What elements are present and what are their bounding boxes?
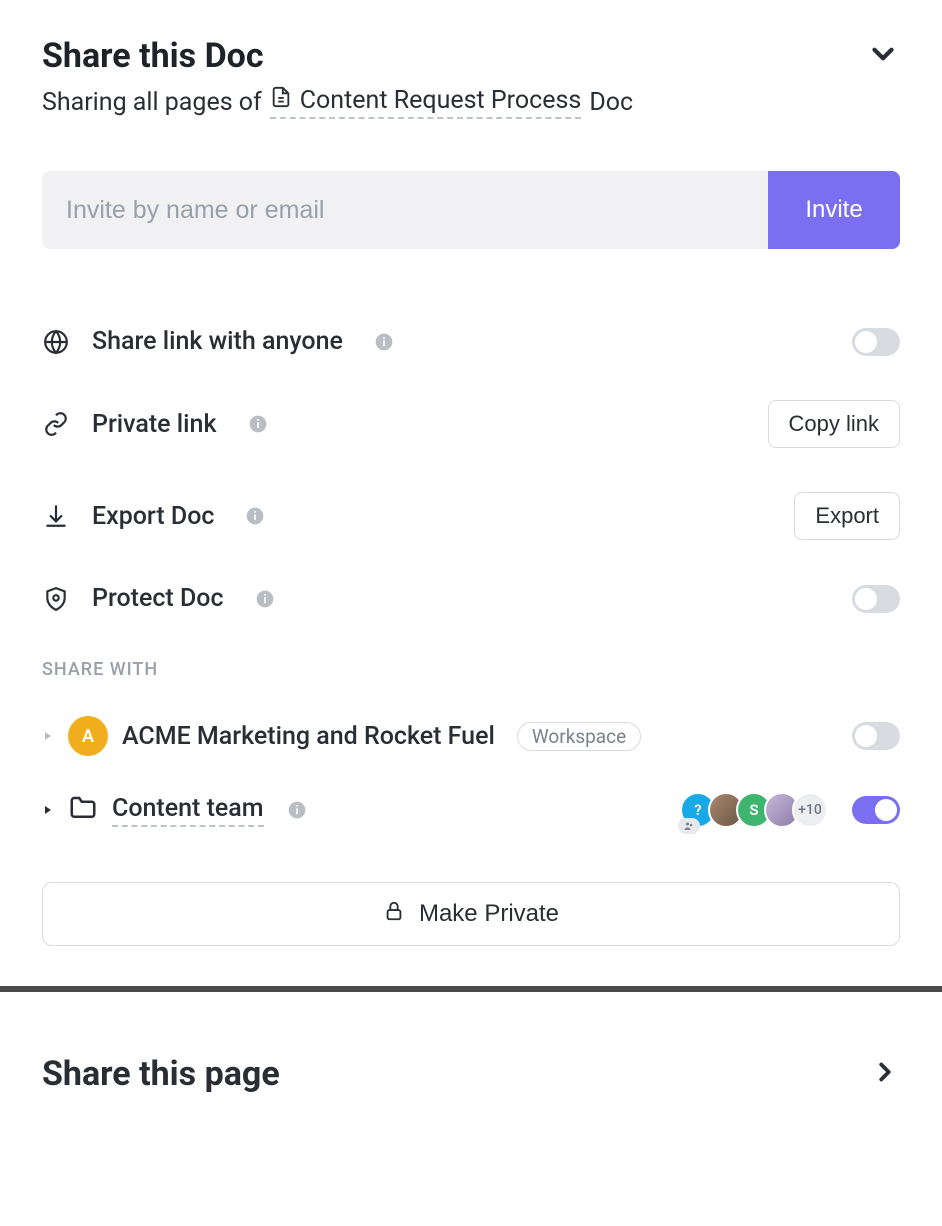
info-icon[interactable] xyxy=(286,799,308,821)
info-icon[interactable] xyxy=(254,588,276,610)
make-private-button[interactable]: Make Private xyxy=(42,882,900,946)
download-icon xyxy=(42,503,70,529)
workspace-avatar: A xyxy=(68,716,108,756)
invite-input[interactable] xyxy=(42,171,768,249)
folder-name[interactable]: Content team xyxy=(112,794,264,827)
globe-icon xyxy=(42,329,70,355)
collapse-chevron-down-icon[interactable] xyxy=(866,37,900,75)
folder-share-toggle[interactable] xyxy=(852,796,900,824)
people-icon xyxy=(678,818,700,834)
subtitle-prefix: Sharing all pages of xyxy=(42,88,262,117)
share-with-section-label: SHARE WITH xyxy=(42,659,900,680)
doc-name: Content Request Process xyxy=(300,86,582,115)
private-link-label: Private link xyxy=(92,410,217,439)
workspace-badge: Workspace xyxy=(517,722,641,751)
workspace-name[interactable]: ACME Marketing and Rocket Fuel xyxy=(122,722,495,751)
subtitle-suffix: Doc xyxy=(589,88,633,117)
make-private-label: Make Private xyxy=(419,900,559,928)
protect-doc-toggle[interactable] xyxy=(852,585,900,613)
expand-caret-icon[interactable] xyxy=(42,804,54,816)
info-icon[interactable] xyxy=(247,413,269,435)
avatar-overflow-count: +10 xyxy=(792,792,828,828)
member-avatars[interactable]: ? S +10 xyxy=(688,792,828,828)
protect-doc-label: Protect Doc xyxy=(92,584,224,613)
export-doc-label: Export Doc xyxy=(92,502,214,531)
share-page-title: Share this page xyxy=(42,1054,280,1094)
expand-chevron-right-icon[interactable] xyxy=(870,1057,900,1091)
info-icon[interactable] xyxy=(373,331,395,353)
doc-link[interactable]: Content Request Process xyxy=(270,86,582,119)
workspace-share-toggle[interactable] xyxy=(852,722,900,750)
shield-icon xyxy=(42,586,70,612)
lock-icon xyxy=(383,900,405,929)
document-icon xyxy=(270,86,292,115)
expand-caret-icon[interactable] xyxy=(42,730,54,742)
invite-button[interactable]: Invite xyxy=(768,171,900,249)
page-title: Share this Doc xyxy=(42,36,264,76)
link-icon xyxy=(42,411,70,437)
copy-link-button[interactable]: Copy link xyxy=(768,400,900,448)
folder-icon xyxy=(68,793,98,827)
export-button[interactable]: Export xyxy=(794,492,900,540)
share-link-toggle[interactable] xyxy=(852,328,900,356)
info-icon[interactable] xyxy=(244,505,266,527)
subtitle: Sharing all pages of Content Request Pro… xyxy=(42,86,900,119)
share-link-label: Share link with anyone xyxy=(92,327,343,356)
